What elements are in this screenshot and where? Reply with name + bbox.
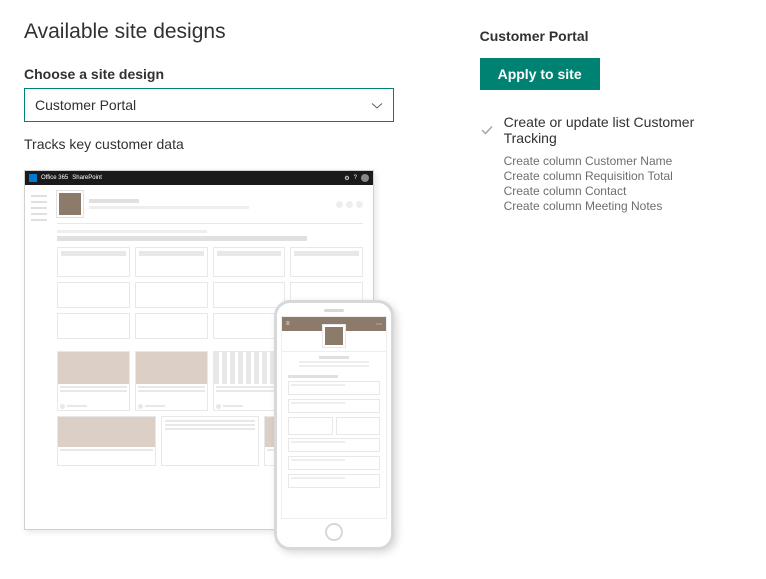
header-icon: ⚙: [344, 175, 349, 182]
waffle-icon: [29, 174, 37, 182]
action-item: Create or update list Customer Tracking: [480, 114, 746, 146]
sub-action: Create column Requisition Total: [504, 169, 746, 183]
suite-brand-2: SharePoint: [72, 175, 102, 181]
design-description: Tracks key customer data: [24, 136, 436, 152]
page-title: Available site designs: [24, 20, 436, 44]
site-logo: [57, 191, 83, 217]
chevron-down-icon: [371, 99, 383, 111]
sub-action: Create column Meeting Notes: [504, 199, 746, 213]
detail-title: Customer Portal: [480, 28, 746, 44]
design-dropdown-value: Customer Portal: [35, 97, 136, 113]
preview-nav: [25, 185, 53, 529]
phone-home-icon: [325, 523, 343, 541]
design-preview: Office 365 SharePoint ⚙ ?: [24, 170, 394, 550]
preview-phone: ≡⋯: [274, 300, 394, 550]
sub-action: Create column Customer Name: [504, 154, 746, 168]
design-field-label: Choose a site design: [24, 66, 436, 82]
action-label: Create or update list Customer Tracking: [504, 114, 746, 146]
avatar: [361, 174, 369, 182]
design-dropdown[interactable]: Customer Portal: [24, 88, 394, 122]
apply-to-site-button[interactable]: Apply to site: [480, 58, 600, 90]
suite-brand-1: Office 365: [41, 175, 68, 181]
header-icon: ?: [354, 175, 357, 181]
checkmark-icon: [480, 123, 494, 137]
site-logo: [323, 325, 345, 347]
sub-action: Create column Contact: [504, 184, 746, 198]
